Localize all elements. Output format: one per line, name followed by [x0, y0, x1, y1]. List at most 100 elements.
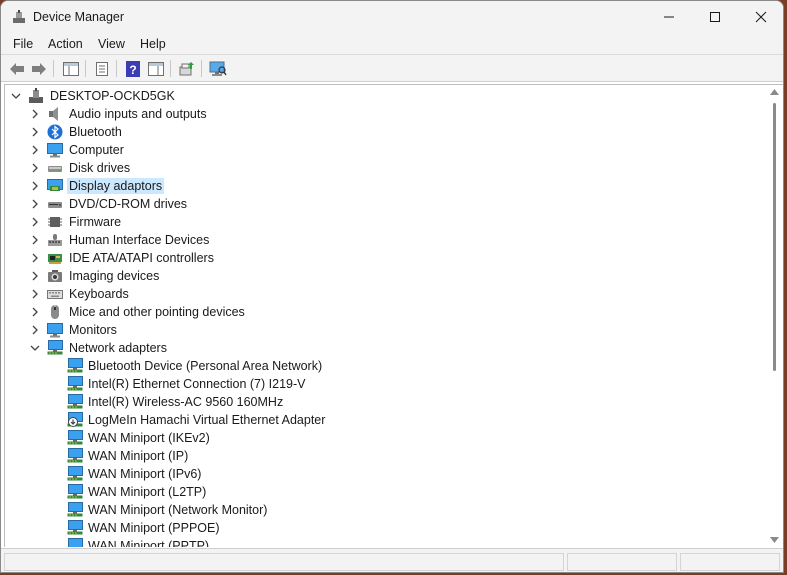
menu-file[interactable]: File: [13, 37, 33, 51]
tree-category-label: IDE ATA/ATAPI controllers: [69, 251, 214, 265]
tree-category-label: Firmware: [69, 215, 122, 229]
chevron-right-icon[interactable]: [29, 288, 41, 300]
menu-bar: File Action View Help: [1, 33, 783, 55]
keyboard-icon: [47, 290, 63, 299]
network-adapter-label: Intel(R) Ethernet Connection (7) I219-V: [88, 377, 306, 391]
device-manager-window: Device Manager File Action View Help ? D…: [0, 0, 784, 573]
window-view-icon: [148, 62, 164, 76]
tree-category-label: Disk drives: [69, 161, 131, 175]
network-adapter-icon: [67, 484, 83, 499]
disk-drive-icon: [48, 166, 62, 172]
hid-icon: [48, 234, 62, 246]
scan-monitor-icon: [209, 61, 227, 76]
imaging-device-icon: [48, 270, 62, 282]
scrollbar-thumb[interactable]: [773, 103, 776, 371]
chevron-right-icon[interactable]: [29, 306, 41, 318]
tree-category-label: Network adapters: [69, 341, 167, 355]
forward-button[interactable]: [29, 59, 49, 79]
help-button[interactable]: ?: [123, 59, 143, 79]
network-adapter-label: WAN Miniport (IPv6): [88, 467, 202, 481]
status-pane: [4, 553, 564, 571]
toolbar-separator: [201, 60, 202, 77]
network-adapter-label: WAN Miniport (PPTP): [88, 539, 210, 547]
tree-category-label: Keyboards: [69, 287, 129, 301]
show-hide-console-tree-button[interactable]: [61, 59, 81, 79]
network-adapter-icon: [67, 466, 83, 481]
network-adapter-label: WAN Miniport (Network Monitor): [88, 503, 268, 517]
network-adapter-icon: [67, 448, 83, 463]
back-arrow-icon: [10, 63, 24, 75]
mouse-icon: [51, 305, 59, 319]
toolbar-separator: [53, 60, 54, 77]
scan-hardware-changes-button[interactable]: [208, 59, 228, 79]
tree-category-label: Human Interface Devices: [69, 233, 210, 247]
network-adapter-label: WAN Miniport (PPPOE): [88, 521, 220, 535]
properties-button[interactable]: [92, 59, 112, 79]
disabled-network-adapter-icon: [67, 412, 83, 427]
status-bar: [1, 548, 783, 572]
chevron-right-icon[interactable]: [29, 252, 41, 264]
menu-help[interactable]: Help: [140, 37, 166, 51]
network-adapter-icon: [67, 502, 83, 517]
vertical-scrollbar[interactable]: [766, 84, 783, 547]
title-bar[interactable]: Device Manager: [1, 1, 783, 33]
tree-category-label: Imaging devices: [69, 269, 160, 283]
computer-icon: [47, 143, 63, 158]
device-tree[interactable]: DESKTOP-OCKD5GK Audio inputs and outputs…: [4, 84, 766, 547]
console-tree-icon: [63, 62, 79, 76]
minimize-icon: [664, 16, 674, 18]
chevron-right-icon[interactable]: [29, 324, 41, 336]
tree-category-label: DVD/CD-ROM drives: [69, 197, 188, 211]
chevron-right-icon[interactable]: [29, 216, 41, 228]
action-view-button[interactable]: [146, 59, 166, 79]
toolbar-separator: [170, 60, 171, 77]
chevron-right-icon[interactable]: [29, 270, 41, 282]
network-adapter-icon: [67, 358, 83, 373]
window-title: Device Manager: [33, 10, 125, 24]
computer-tower-icon: [29, 88, 43, 103]
chevron-right-icon[interactable]: [29, 180, 41, 192]
tree-category-label: Bluetooth: [69, 125, 122, 139]
chevron-right-icon[interactable]: [29, 198, 41, 210]
network-adapter-label: LogMeIn Hamachi Virtual Ethernet Adapter: [88, 413, 326, 427]
maximize-icon: [710, 12, 720, 22]
menu-action[interactable]: Action: [48, 37, 83, 51]
network-adapter-label: WAN Miniport (IP): [88, 449, 189, 463]
help-icon: ?: [126, 61, 140, 77]
network-adapter-label: WAN Miniport (IKEv2): [88, 431, 210, 445]
network-adapter-icon: [67, 376, 83, 391]
speaker-icon: [49, 107, 58, 121]
network-adapter-icon: [67, 520, 83, 535]
toolbar-separator: [116, 60, 117, 77]
chevron-right-icon[interactable]: [29, 162, 41, 174]
ide-controller-icon: [48, 254, 62, 264]
toolbar-separator: [85, 60, 86, 77]
firmware-icon: [48, 217, 62, 227]
update-driver-button[interactable]: [177, 59, 197, 79]
back-button[interactable]: [7, 59, 27, 79]
network-adapter-icon: [68, 538, 83, 547]
properties-icon: [96, 62, 108, 76]
network-adapter-label: Intel(R) Wireless-AC 9560 160MHz: [88, 395, 284, 409]
tree-category-label: Audio inputs and outputs: [69, 107, 207, 121]
chevron-right-icon[interactable]: [29, 144, 41, 156]
chevron-down-icon[interactable]: [29, 342, 41, 354]
close-button[interactable]: [738, 1, 783, 33]
network-adapter-label: WAN Miniport (L2TP): [88, 485, 207, 499]
tree-category-label: Display adaptors: [67, 178, 165, 194]
chevron-right-icon[interactable]: [29, 108, 41, 120]
chevron-right-icon[interactable]: [29, 126, 41, 138]
scroll-up-icon[interactable]: [770, 89, 779, 95]
maximize-button[interactable]: [692, 1, 738, 33]
chevron-right-icon[interactable]: [29, 234, 41, 246]
tree-category-label: Computer: [69, 143, 124, 157]
update-driver-icon: [179, 62, 194, 76]
minimize-button[interactable]: [646, 1, 692, 33]
chevron-down-icon[interactable]: [10, 90, 22, 102]
tree-category-label: Mice and other pointing devices: [69, 305, 245, 319]
monitor-icon: [47, 323, 63, 338]
scroll-down-icon[interactable]: [770, 537, 779, 543]
svg-text:?: ?: [129, 63, 136, 77]
menu-view[interactable]: View: [98, 37, 125, 51]
bluetooth-icon: [47, 124, 63, 140]
